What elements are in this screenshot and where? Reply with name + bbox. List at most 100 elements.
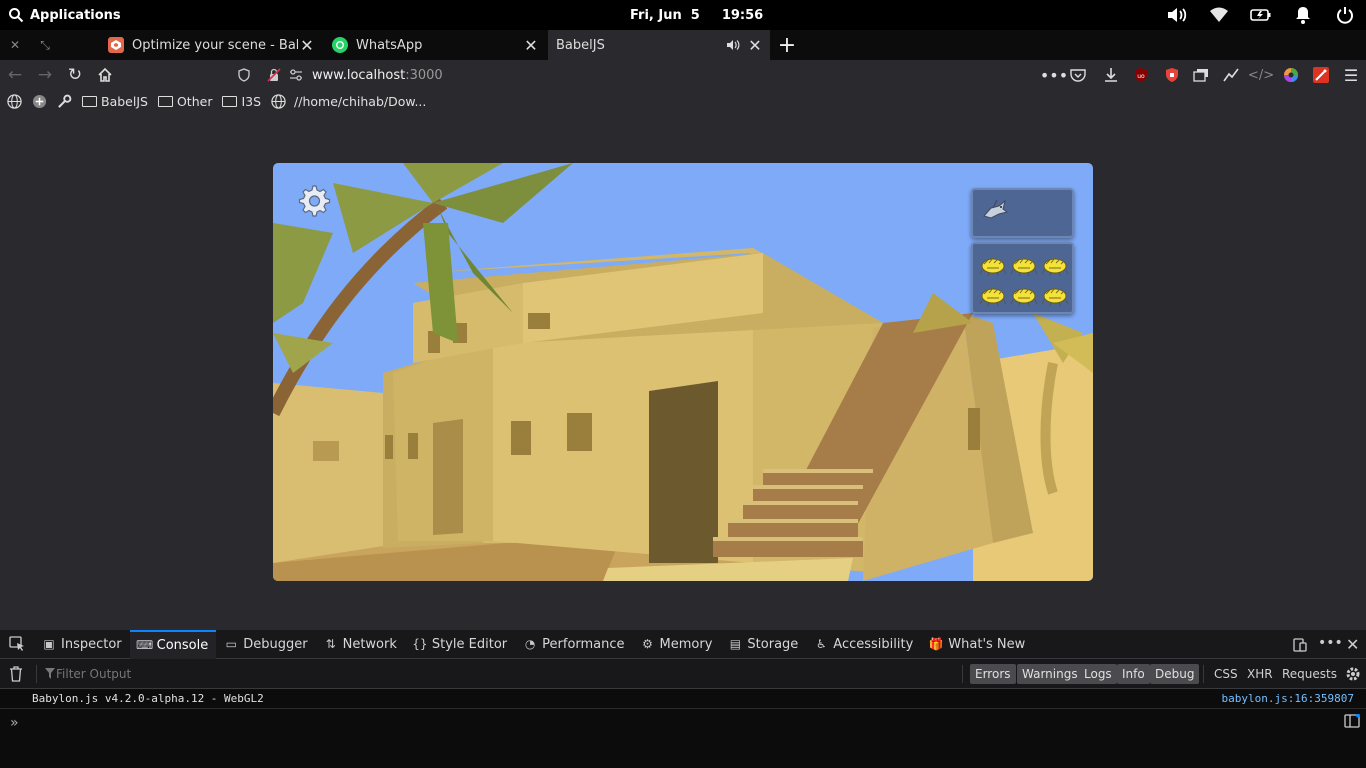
address-bar[interactable]: www.localhost:3000 <box>230 62 1096 88</box>
devtools-tab-debugger[interactable]: ▭ Debugger <box>216 630 315 659</box>
tracking-protection-icon[interactable] <box>236 68 252 82</box>
trash-icon[interactable] <box>9 666 23 682</box>
bookmark-link-home[interactable]: //home/chihab/Dow... <box>271 94 426 109</box>
devtools-tab-network[interactable]: ⇅ Network <box>316 630 405 659</box>
devtools-more-icon[interactable]: ••• <box>1318 635 1343 651</box>
close-tab-icon[interactable]: ✕ <box>746 36 764 55</box>
filter-icon <box>45 668 55 679</box>
log-source-link[interactable]: babylon.js:16:359807 <box>1222 692 1354 705</box>
system-tray <box>1166 0 1356 30</box>
filter-css-button[interactable]: CSS <box>1214 664 1238 684</box>
tab-title: BabelJS <box>556 37 605 53</box>
insecure-connection-icon[interactable] <box>266 68 282 82</box>
dev-tools-extension-icon[interactable] <box>1310 64 1332 86</box>
tab-optimize-scene[interactable]: Optimize your scene - Babylon ✕ <box>100 30 322 60</box>
forward-arrow-icon[interactable]: → <box>33 63 57 87</box>
folder-icon <box>157 95 173 107</box>
game-scene <box>273 163 1093 581</box>
devtools-tab-label: What's New <box>948 636 1026 652</box>
console-icon: ⌨ <box>135 638 154 652</box>
wrench-icon[interactable] <box>57 94 72 109</box>
url-text: www.localhost:3000 <box>312 68 443 83</box>
devtools-tab-console[interactable]: ⌨ Console <box>129 629 217 659</box>
devtools-tab-storage[interactable]: ▤ Storage <box>720 630 806 659</box>
power-icon[interactable] <box>1334 4 1356 26</box>
devtools-tab-accessibility[interactable]: ♿ Accessibility <box>806 630 921 659</box>
filter-logs-button[interactable]: Logs <box>1079 664 1117 684</box>
performance-icon: ◔ <box>524 637 536 651</box>
filter-warnings-button[interactable]: Warnings <box>1017 664 1083 684</box>
permissions-icon[interactable] <box>288 69 304 81</box>
window-restore-icon[interactable]: ⤡ <box>33 30 57 60</box>
privacy-badger-icon[interactable] <box>1161 64 1183 86</box>
inventory-top-slot[interactable] <box>971 188 1074 238</box>
devtools-close-icon[interactable]: ✕ <box>1346 635 1359 654</box>
globe-icon[interactable] <box>7 93 22 109</box>
reload-icon[interactable]: ↻ <box>63 63 87 87</box>
bookmark-folder-other[interactable]: Other <box>157 93 213 109</box>
hay-icon[interactable] <box>979 250 1007 278</box>
debugger-icon: ▭ <box>225 637 237 651</box>
devtools-tab-label: Accessibility <box>833 636 914 652</box>
clock[interactable]: Fri, Jun 5 19:56 <box>630 0 763 30</box>
hay-icon[interactable] <box>979 280 1007 308</box>
devtools-tab-inspector[interactable]: ▣ Inspector <box>34 630 130 659</box>
tab-babeljs[interactable]: BabelJS ✕ <box>548 30 770 60</box>
console-settings-gear-icon[interactable] <box>1344 665 1362 683</box>
volume-icon[interactable] <box>1166 4 1188 26</box>
back-arrow-icon[interactable]: ← <box>3 63 27 87</box>
page-content <box>0 112 1366 630</box>
audio-playing-icon[interactable] <box>726 39 744 51</box>
devtools-tab-label: Memory <box>659 636 713 652</box>
filter-info-button[interactable]: Info <box>1117 664 1150 684</box>
responsive-design-icon[interactable] <box>1292 637 1308 653</box>
close-tab-icon[interactable]: ✕ <box>298 36 316 55</box>
filter-requests-button[interactable]: Requests <box>1282 664 1337 684</box>
hay-icon[interactable] <box>1041 280 1069 308</box>
bookmark-folder-babeljs[interactable]: BabelJS <box>82 94 148 109</box>
hamburger-menu-icon[interactable]: ☰ <box>1340 64 1362 86</box>
pocket-icon[interactable] <box>1067 64 1089 86</box>
add-bookmark-icon[interactable] <box>32 94 47 109</box>
bookmark-label: Other <box>176 93 213 109</box>
new-tab-button[interactable]: + <box>776 30 798 60</box>
devtools-tab-performance[interactable]: ◔ Performance <box>515 630 632 659</box>
devtools-tab-what-s-new[interactable]: 🎁 What's New <box>921 630 1033 659</box>
filter-output-input[interactable] <box>56 665 356 683</box>
date-label: Fri, Jun 5 <box>630 7 700 23</box>
filter-errors-button[interactable]: Errors <box>970 664 1016 684</box>
tab-title: Optimize your scene - Babylon <box>132 37 298 53</box>
hay-icon[interactable] <box>1010 280 1038 308</box>
game-canvas[interactable] <box>273 163 1093 581</box>
devtools-tab-memory[interactable]: ⚙ Memory <box>633 630 721 659</box>
battery-icon[interactable] <box>1250 4 1272 26</box>
notifications-icon[interactable] <box>1292 4 1314 26</box>
applications-menu[interactable]: Applications <box>8 0 121 30</box>
devtools-tab-style-editor[interactable]: {} Style Editor <box>405 630 515 659</box>
devtools-tab-label: Network <box>342 636 397 652</box>
close-tab-icon[interactable]: ✕ <box>522 36 540 55</box>
devtools-tab-label: Performance <box>542 636 625 652</box>
svg-text:uo: uo <box>1137 73 1145 80</box>
inspector-icon: ▣ <box>43 637 55 651</box>
editor-mode-icon[interactable] <box>1344 714 1360 728</box>
tab-stack-icon[interactable] <box>1190 64 1212 86</box>
downloads-icon[interactable] <box>1100 64 1122 86</box>
filter-debug-button[interactable]: Debug <box>1150 664 1200 684</box>
console-input-area[interactable]: » <box>0 710 1366 768</box>
performance-graph-icon[interactable] <box>1220 64 1242 86</box>
color-picker-icon[interactable] <box>1280 64 1302 86</box>
element-picker-icon[interactable] <box>0 636 34 652</box>
ublock-icon[interactable]: uo <box>1130 64 1152 86</box>
hay-icon[interactable] <box>1041 250 1069 278</box>
window-close-icon[interactable]: ✕ <box>3 30 27 60</box>
hay-icon[interactable] <box>1010 250 1038 278</box>
filter-xhr-button[interactable]: XHR <box>1247 664 1273 684</box>
code-icon[interactable]: </> <box>1248 64 1274 86</box>
bookmark-folder-i3s[interactable]: I3S <box>222 94 261 109</box>
settings-gear-icon[interactable] <box>295 183 331 219</box>
page-actions-icon[interactable]: ••• <box>1040 64 1068 86</box>
home-icon[interactable] <box>93 63 117 87</box>
wifi-icon[interactable] <box>1208 4 1230 26</box>
tab-whatsapp[interactable]: WhatsApp ✕ <box>324 30 546 60</box>
